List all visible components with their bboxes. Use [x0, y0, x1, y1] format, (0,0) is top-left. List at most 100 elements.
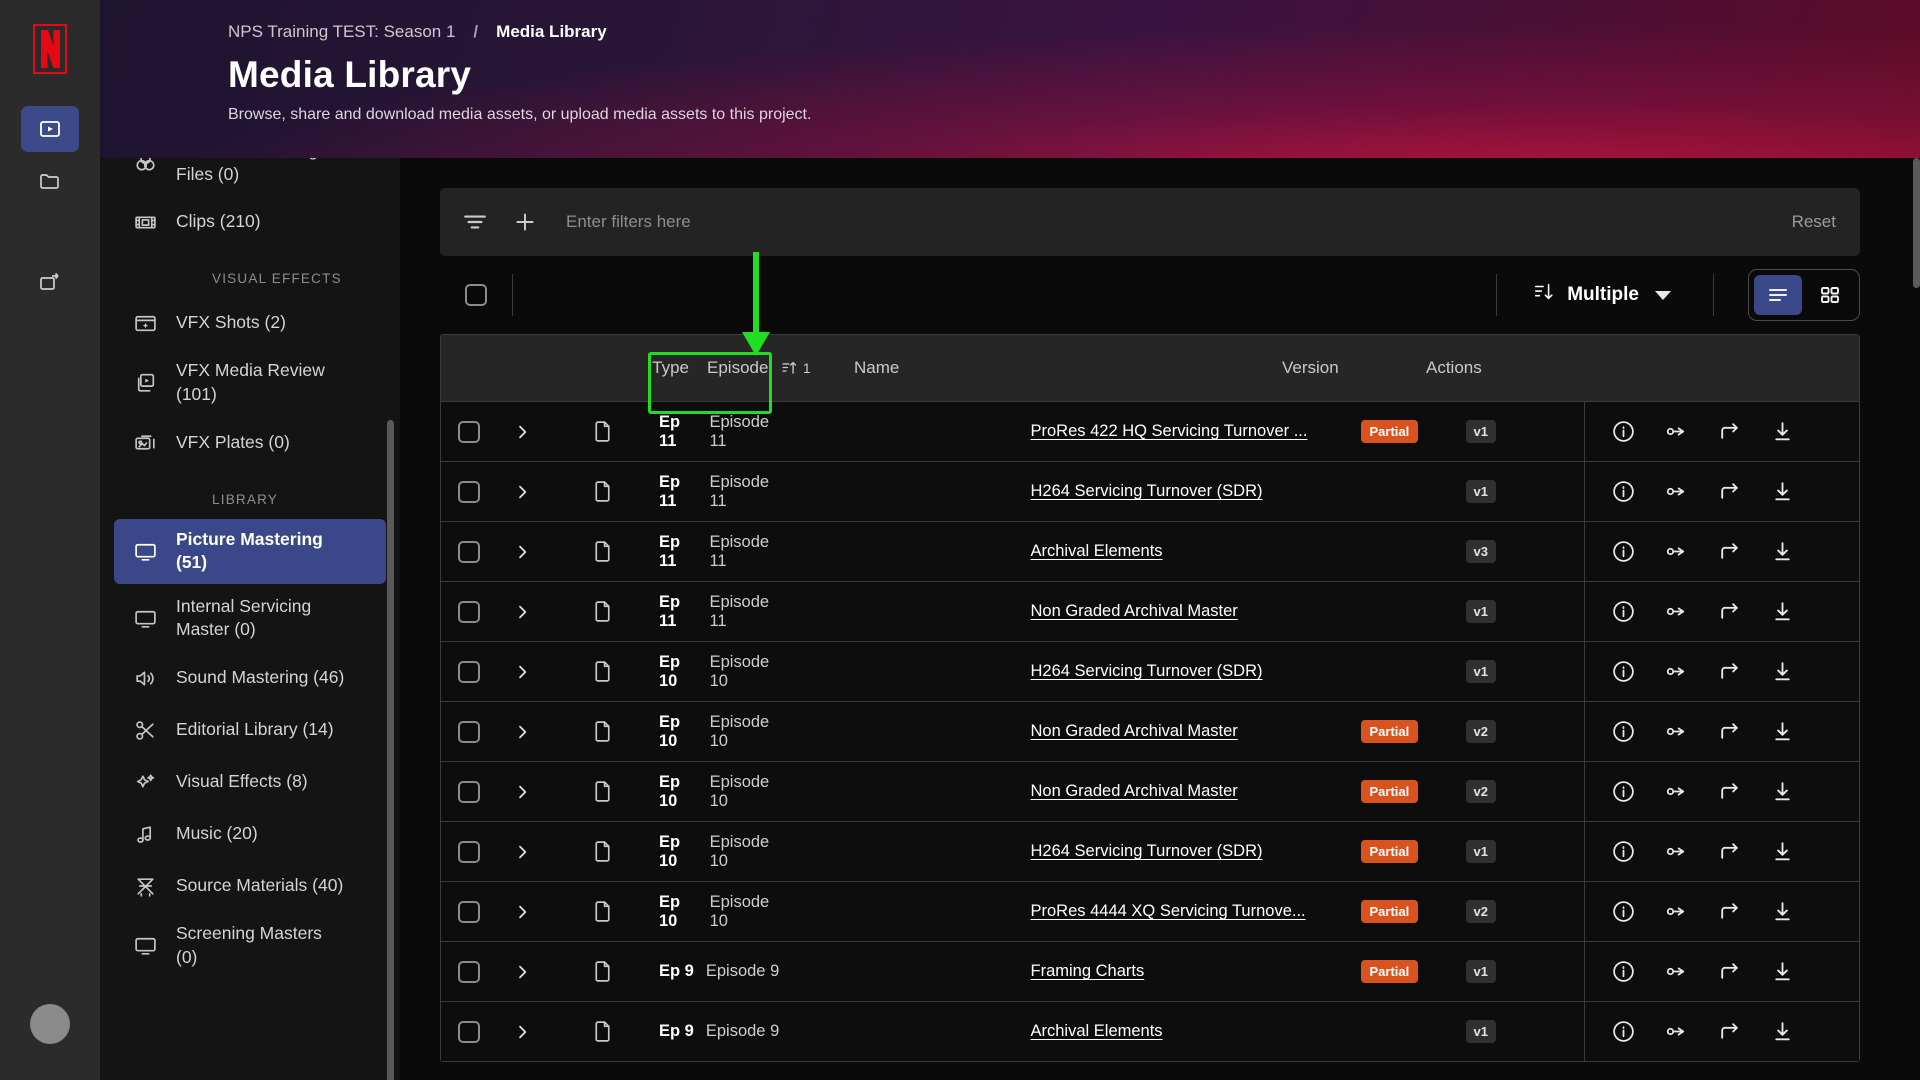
row-name-link[interactable]: H264 Servicing Turnover (SDR) — [1031, 662, 1263, 681]
row-expand-chevron-icon[interactable] — [497, 964, 547, 980]
info-icon[interactable] — [1611, 959, 1636, 984]
row-checkbox-cell[interactable] — [441, 960, 497, 983]
sidebar-item-vfx-plates-0[interactable]: VFX Plates (0) — [114, 418, 386, 468]
row-checkbox-cell[interactable] — [441, 720, 497, 743]
forward-arrow-icon[interactable] — [1717, 839, 1742, 864]
filter-lines-icon[interactable] — [462, 209, 488, 235]
row-expand-chevron-icon[interactable] — [497, 844, 547, 860]
row-checkbox-cell[interactable] — [441, 420, 497, 443]
info-icon[interactable] — [1611, 1019, 1636, 1044]
row-expand-chevron-icon[interactable] — [497, 424, 547, 440]
row-checkbox-cell[interactable] — [441, 540, 497, 563]
sidebar-item-music-20[interactable]: Music (20) — [114, 809, 386, 859]
plus-icon[interactable] — [512, 209, 538, 235]
info-icon[interactable] — [1611, 419, 1636, 444]
row-checkbox-cell[interactable] — [441, 600, 497, 623]
row-name-link[interactable]: ProRes 422 HQ Servicing Turnover ... — [1031, 422, 1308, 441]
forward-arrow-icon[interactable] — [1717, 659, 1742, 684]
row-expand-chevron-icon[interactable] — [497, 1024, 547, 1040]
sidebar-item-editorial-library-14[interactable]: Editorial Library (14) — [114, 705, 386, 755]
table-row[interactable]: Ep 9 Episode 9 Framing Charts Partial v1 — [441, 941, 1859, 1001]
download-icon[interactable] — [1770, 839, 1795, 864]
user-avatar[interactable] — [30, 1004, 70, 1044]
row-checkbox-cell[interactable] — [441, 780, 497, 803]
row-checkbox-cell[interactable] — [441, 900, 497, 923]
table-row[interactable]: Ep 10 Episode 10 Non Graded Archival Maste… — [441, 701, 1859, 761]
share-key-icon[interactable] — [1664, 719, 1689, 744]
forward-arrow-icon[interactable] — [1717, 719, 1742, 744]
download-icon[interactable] — [1770, 419, 1795, 444]
row-checkbox-cell[interactable] — [441, 480, 497, 503]
filter-bar[interactable]: Enter filters here Reset — [440, 188, 1860, 256]
main-scrollbar[interactable] — [1913, 158, 1920, 288]
info-icon[interactable] — [1611, 839, 1636, 864]
row-name-link[interactable]: H264 Servicing Turnover (SDR) — [1031, 482, 1263, 501]
forward-arrow-icon[interactable] — [1717, 539, 1742, 564]
row-checkbox-cell[interactable] — [441, 1020, 497, 1043]
row-checkbox[interactable] — [458, 900, 480, 923]
sidebar-item-sound-mastering-46[interactable]: Sound Mastering (46) — [114, 653, 386, 703]
info-icon[interactable] — [1611, 719, 1636, 744]
download-icon[interactable] — [1770, 779, 1795, 804]
sidebar-item-clips-210[interactable]: Clips (210) — [114, 197, 386, 247]
row-name-link[interactable]: ProRes 4444 XQ Servicing Turnove... — [1031, 902, 1306, 921]
download-icon[interactable] — [1770, 959, 1795, 984]
share-key-icon[interactable] — [1664, 899, 1689, 924]
row-expand-chevron-icon[interactable] — [497, 544, 547, 560]
row-expand-chevron-icon[interactable] — [497, 664, 547, 680]
download-icon[interactable] — [1770, 899, 1795, 924]
row-checkbox[interactable] — [458, 840, 480, 863]
table-row[interactable]: Ep 11 Episode 11 Non Graded Archival Maste… — [441, 581, 1859, 641]
info-icon[interactable] — [1611, 479, 1636, 504]
row-name-link[interactable]: Non Graded Archival Master — [1031, 602, 1238, 621]
sidebar-item-picture-mastering-51[interactable]: Picture Mastering (51) — [114, 518, 386, 584]
share-key-icon[interactable] — [1664, 959, 1689, 984]
download-icon[interactable] — [1770, 479, 1795, 504]
breadcrumb-project[interactable]: NPS Training TEST: Season 1 — [228, 22, 455, 42]
info-icon[interactable] — [1611, 599, 1636, 624]
row-name-link[interactable]: Archival Elements — [1031, 542, 1163, 561]
forward-arrow-icon[interactable] — [1717, 899, 1742, 924]
share-key-icon[interactable] — [1664, 599, 1689, 624]
info-icon[interactable] — [1611, 899, 1636, 924]
info-icon[interactable] — [1611, 779, 1636, 804]
rail-item-folders[interactable] — [21, 158, 79, 204]
row-checkbox[interactable] — [458, 720, 480, 743]
select-all-checkbox[interactable] — [465, 284, 487, 306]
sidebar-item-internal-servicing-master-0[interactable]: Internal Servicing Master (0) — [114, 586, 386, 651]
rail-item-media-library[interactable] — [21, 106, 79, 152]
row-checkbox[interactable] — [458, 600, 480, 623]
row-name-link[interactable]: Non Graded Archival Master — [1031, 722, 1238, 741]
table-row[interactable]: Ep 11 Episode 11 ProRes 422 HQ Servicing T… — [441, 401, 1859, 461]
download-icon[interactable] — [1770, 719, 1795, 744]
sidebar-item-visual-effects-8[interactable]: Visual Effects (8) — [114, 757, 386, 807]
row-name-link[interactable]: Framing Charts — [1031, 962, 1145, 981]
reset-filters-button[interactable]: Reset — [1792, 212, 1836, 232]
info-icon[interactable] — [1611, 539, 1636, 564]
sidebar-item-source-materials-40[interactable]: Source Materials (40) — [114, 861, 386, 911]
share-key-icon[interactable] — [1664, 479, 1689, 504]
share-key-icon[interactable] — [1664, 839, 1689, 864]
select-all-cell[interactable] — [440, 284, 512, 306]
row-checkbox[interactable] — [458, 660, 480, 683]
rail-item-deliveries[interactable] — [21, 260, 79, 306]
column-header-type[interactable]: Type — [441, 358, 707, 378]
sidebar-scrollbar[interactable] — [387, 420, 394, 1080]
row-expand-chevron-icon[interactable] — [497, 484, 547, 500]
share-key-icon[interactable] — [1664, 659, 1689, 684]
forward-arrow-icon[interactable] — [1717, 419, 1742, 444]
sidebar-item-vfx-shots-2[interactable]: VFX Shots (2) — [114, 298, 386, 348]
row-checkbox[interactable] — [458, 1020, 480, 1043]
row-checkbox[interactable] — [458, 540, 480, 563]
download-icon[interactable] — [1770, 599, 1795, 624]
grid-view-icon[interactable] — [1806, 275, 1854, 315]
download-icon[interactable] — [1770, 539, 1795, 564]
info-icon[interactable] — [1611, 659, 1636, 684]
netflix-logo-icon[interactable] — [31, 22, 69, 76]
share-key-icon[interactable] — [1664, 779, 1689, 804]
share-key-icon[interactable] — [1664, 419, 1689, 444]
column-header-version[interactable]: Version — [1282, 358, 1400, 378]
row-checkbox-cell[interactable] — [441, 660, 497, 683]
row-checkbox[interactable] — [458, 480, 480, 503]
row-checkbox[interactable] — [458, 780, 480, 803]
